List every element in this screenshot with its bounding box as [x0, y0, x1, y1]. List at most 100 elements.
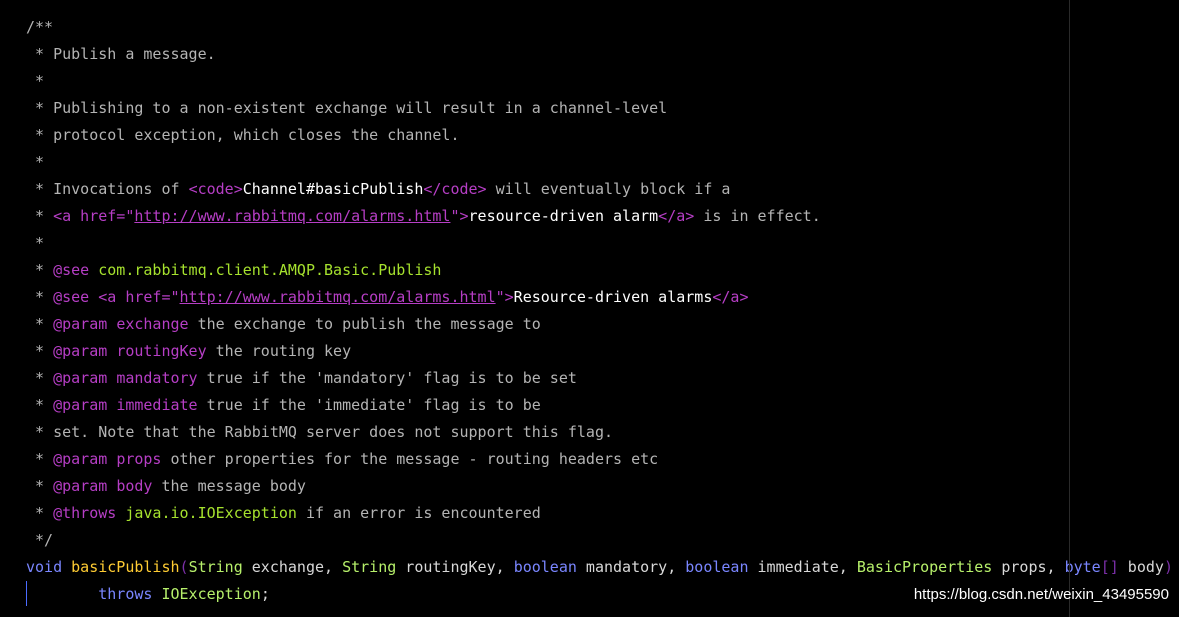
comment-text: Publish a message.	[53, 45, 216, 63]
comment-star: *	[26, 450, 54, 468]
javadoc-param-tag: @param	[53, 450, 108, 468]
param-exchange: exchange,	[242, 558, 343, 576]
param-description: true if the 'mandatory' flag is to be se…	[197, 369, 577, 387]
comment-star: *	[26, 369, 54, 387]
code-line-4: * Publishing to a non-existent exchange …	[26, 95, 667, 122]
paren-close: )	[1163, 558, 1173, 576]
comment-text: Invocations of	[53, 180, 189, 198]
code-line-15: * @param immediate true if the 'immediat…	[26, 392, 541, 419]
comment-text: protocol exception, which closes the cha…	[53, 126, 460, 144]
keyword-throws: throws	[98, 585, 153, 603]
comment-star: *	[26, 153, 45, 171]
javadoc-param-tag: @param	[53, 477, 108, 495]
param-mandatory: mandatory,	[576, 558, 686, 576]
code-line-9: *	[26, 230, 44, 257]
see-reference[interactable]: com.rabbitmq.client.AMQP.Basic.Publish	[98, 261, 441, 279]
comment-star: *	[26, 288, 54, 306]
code-line-2: * Publish a message.	[26, 41, 216, 68]
code-line-21: void basicPublish(String exchange, Strin…	[26, 554, 1173, 581]
html-tag-a-close: </a>	[712, 288, 749, 306]
type-string: String	[342, 558, 397, 576]
param-description: the routing key	[206, 342, 352, 360]
code-editor[interactable]: /** * Publish a message. * * Publishing …	[0, 0, 1179, 617]
html-tag-a-close: </a>	[658, 207, 695, 225]
param-description: other properties for the message - routi…	[161, 450, 659, 468]
code-line-3: *	[26, 68, 44, 95]
javadoc-param-tag: @param	[53, 369, 108, 387]
alarms-link[interactable]: http://www.rabbitmq.com/alarms.html	[180, 288, 496, 306]
html-tag-code-open: <code>	[188, 180, 243, 198]
type-ioexception: IOException	[161, 585, 261, 603]
html-tag-a-end: ">	[450, 207, 469, 225]
param-name: routingKey	[116, 342, 207, 360]
code-line-6: *	[26, 149, 44, 176]
code-line-5: * protocol exception, which closes the c…	[26, 122, 459, 149]
javadoc-throws-tag: @throws	[53, 504, 117, 522]
param-name: immediate	[116, 396, 198, 414]
comment-star: *	[26, 126, 54, 144]
code-line-1: /**	[26, 14, 53, 41]
param-name: exchange	[116, 315, 189, 333]
comment-star: *	[26, 315, 54, 333]
param-description: the exchange to publish the message to	[188, 315, 541, 333]
javadoc-param-tag: @param	[53, 342, 108, 360]
comment-star: *	[26, 396, 54, 414]
keyword-boolean: boolean	[685, 558, 749, 576]
paren-open: (	[179, 558, 189, 576]
comment-text: will eventually block if a	[486, 180, 731, 198]
alarms-link[interactable]: http://www.rabbitmq.com/alarms.html	[134, 207, 450, 225]
exception-reference[interactable]: java.io.IOException	[125, 504, 297, 522]
code-line-17: * @param props other properties for the …	[26, 446, 658, 473]
param-name: props	[116, 450, 162, 468]
param-body: body	[1118, 558, 1164, 576]
comment-star: *	[26, 234, 45, 252]
array-brackets: []	[1100, 558, 1119, 576]
comment-star: *	[26, 207, 54, 225]
right-margin-guide	[1069, 0, 1070, 617]
code-line-11: * @see <a href="http://www.rabbitmq.com/…	[26, 284, 748, 311]
link-text: resource-driven alarm	[468, 207, 659, 225]
comment-star: *	[26, 423, 54, 441]
param-description: true if the 'immediate' flag is to be	[197, 396, 541, 414]
code-line-18: * @param body the message body	[26, 473, 306, 500]
comment-open: /**	[26, 18, 54, 36]
code-line-22: throws IOException;	[26, 581, 270, 608]
comment-text: set. Note that the RabbitMQ server does …	[53, 423, 614, 441]
watermark-url: https://blog.csdn.net/weixin_43495590	[913, 586, 1169, 603]
html-tag-a-open: <a href="	[53, 207, 135, 225]
comment-star: *	[26, 180, 54, 198]
comment-star: *	[26, 45, 54, 63]
javadoc-param-tag: @param	[53, 315, 108, 333]
code-line-13: * @param routingKey the routing key	[26, 338, 351, 365]
type-string: String	[188, 558, 243, 576]
param-name: body	[116, 477, 153, 495]
code-line-20: */	[26, 527, 53, 554]
javadoc-see-tag: @see	[53, 288, 90, 306]
comment-star: *	[26, 99, 54, 117]
text-caret	[26, 581, 27, 606]
param-props: props,	[992, 558, 1065, 576]
semicolon: ;	[260, 585, 270, 603]
keyword-boolean: boolean	[513, 558, 577, 576]
code-line-19: * @throws java.io.IOException if an erro…	[26, 500, 541, 527]
keyword-void: void	[26, 558, 63, 576]
param-description: the message body	[152, 477, 306, 495]
link-text: Resource-driven alarms	[513, 288, 713, 306]
javadoc-see-tag: @see	[53, 261, 90, 279]
comment-star: *	[26, 72, 45, 90]
code-reference: Channel#basicPublish	[242, 180, 424, 198]
comment-star: *	[26, 477, 54, 495]
type-basic-properties: BasicProperties	[856, 558, 993, 576]
code-line-10: * @see com.rabbitmq.client.AMQP.Basic.Pu…	[26, 257, 441, 284]
code-line-14: * @param mandatory true if the 'mandator…	[26, 365, 577, 392]
param-immediate: immediate,	[748, 558, 857, 576]
html-tag-a-open: <a href="	[98, 288, 180, 306]
code-line-8: * <a href="http://www.rabbitmq.com/alarm…	[26, 203, 821, 230]
keyword-byte: byte	[1064, 558, 1101, 576]
javadoc-param-tag: @param	[53, 396, 108, 414]
method-name[interactable]: basicPublish	[71, 558, 179, 576]
html-tag-a-end: ">	[495, 288, 514, 306]
html-tag-code-close: </code>	[423, 180, 487, 198]
code-line-7: * Invocations of <code>Channel#basicPubl…	[26, 176, 730, 203]
